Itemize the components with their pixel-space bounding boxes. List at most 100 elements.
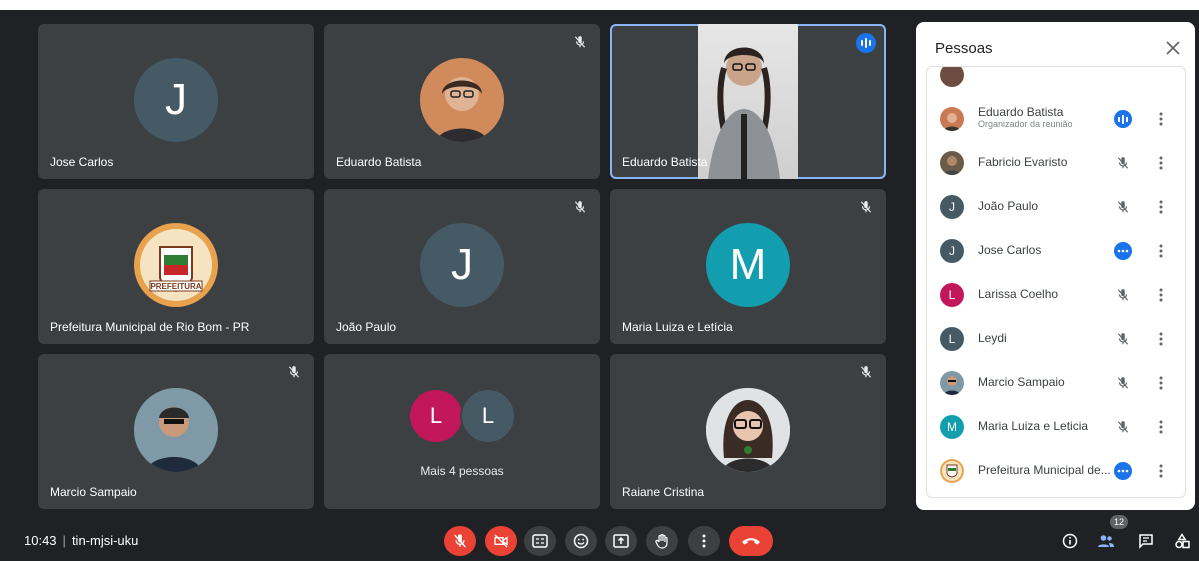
more-vert-icon[interactable]: [1153, 417, 1169, 437]
video-feed: [698, 24, 798, 179]
tile-name: Raiane Cristina: [622, 485, 705, 499]
clock: 10:43: [24, 533, 57, 548]
more-options-button[interactable]: [688, 526, 720, 556]
people-button[interactable]: [1094, 529, 1118, 553]
more-vert-icon[interactable]: [1153, 285, 1169, 305]
tile-name: Eduardo Batista: [336, 155, 422, 169]
speaking-icon: [1114, 110, 1132, 128]
tile-jose-carlos[interactable]: J Jose Carlos: [38, 24, 314, 179]
people-panel: Pessoas Eduardo Batista Organizador da r…: [916, 22, 1195, 510]
list-item[interactable]: L Leydi: [927, 317, 1185, 361]
list-item[interactable]: Prefeitura Municipal de...: [927, 449, 1185, 493]
participant-name: João Paulo: [978, 199, 1039, 213]
tile-more-people[interactable]: L L Mais 4 pessoas: [324, 354, 600, 509]
tile-maria-luiza[interactable]: M Maria Luiza e Letícia: [610, 189, 886, 344]
avatar: L: [940, 327, 964, 351]
chat-button[interactable]: [1134, 529, 1158, 553]
mic-off-icon: [1114, 286, 1132, 304]
mic-off-icon: [1114, 198, 1132, 216]
present-button[interactable]: [605, 526, 637, 556]
captions-button[interactable]: [524, 526, 556, 556]
people-icon: [1098, 535, 1114, 547]
tile-prefeitura[interactable]: PREFEITURA Prefeitura Municipal de Rio B…: [38, 189, 314, 344]
avatar-photo: [706, 388, 790, 472]
mic-off-icon: [860, 366, 872, 378]
participant-name: Fabricio Evaristo: [978, 155, 1068, 169]
more-vert-icon[interactable]: [1153, 109, 1169, 129]
more-people-label: Mais 4 pessoas: [420, 464, 504, 478]
tile-name: Jose Carlos: [50, 155, 114, 169]
present-icon: [613, 534, 629, 548]
participant-name: Marcio Sampaio: [978, 375, 1065, 389]
reactions-button[interactable]: [565, 526, 597, 556]
activities-icon: [1175, 533, 1190, 549]
tile-joao-paulo[interactable]: J João Paulo: [324, 189, 600, 344]
participant-name: Prefeitura Municipal de...: [978, 463, 1111, 477]
leave-call-button[interactable]: [729, 526, 773, 556]
tile-name: Eduardo Batista: [622, 155, 708, 169]
bottom-bar: 10:43 | tin-mjsi-uku 12: [0, 515, 1199, 561]
participant-role: Organizador da reunião: [978, 119, 1073, 129]
tile-eduardo-batista-video[interactable]: Eduardo Batista: [610, 24, 886, 179]
mic-off-icon: [454, 534, 466, 548]
more-horiz-icon: [1114, 462, 1132, 480]
list-item-partial: [927, 67, 1185, 97]
separator: |: [62, 533, 66, 548]
mic-off-icon: [288, 366, 300, 378]
mic-off-icon: [1114, 154, 1132, 172]
tile-name: João Paulo: [336, 320, 397, 334]
avatar-photo: [940, 151, 964, 175]
logo-text: PREFEITURA: [150, 282, 201, 291]
camera-toggle-button[interactable]: [485, 526, 517, 556]
more-vert-icon[interactable]: [1153, 373, 1169, 393]
more-vert-icon: [702, 534, 706, 548]
emoji-icon: [573, 533, 589, 549]
logo-seal: PREFEITURA: [134, 223, 218, 307]
close-icon[interactable]: [1161, 36, 1185, 60]
avatar: L: [460, 388, 516, 444]
mic-off-icon: [1114, 418, 1132, 436]
tile-marcio-sampaio[interactable]: Marcio Sampaio: [38, 354, 314, 509]
panel-title: Pessoas: [935, 40, 993, 57]
participant-name: Leydi: [978, 331, 1007, 345]
mic-off-icon: [1114, 330, 1132, 348]
avatar: J: [940, 239, 964, 263]
list-item[interactable]: Eduardo Batista Organizador da reunião: [927, 97, 1185, 141]
meeting-info: 10:43 | tin-mjsi-uku: [24, 533, 138, 548]
people-list[interactable]: Eduardo Batista Organizador da reunião F…: [926, 66, 1186, 498]
avatar: M: [706, 223, 790, 307]
mic-off-icon: [574, 36, 586, 48]
tile-eduardo-batista-muted[interactable]: Eduardo Batista: [324, 24, 600, 179]
end-call-icon: [742, 538, 760, 545]
camera-off-icon: [494, 534, 508, 548]
more-vert-icon[interactable]: [1153, 461, 1169, 481]
list-item[interactable]: J João Paulo: [927, 185, 1185, 229]
avatar: L: [940, 283, 964, 307]
more-vert-icon[interactable]: [1153, 153, 1169, 173]
tile-name: Prefeitura Municipal de Rio Bom - PR: [50, 320, 250, 334]
more-vert-icon[interactable]: [1153, 329, 1169, 349]
avatar-photo: [940, 371, 964, 395]
avatar: M: [940, 415, 964, 439]
speaking-icon: [856, 33, 876, 53]
list-item[interactable]: J Jose Carlos: [927, 229, 1185, 273]
meeting-details-button[interactable]: [1058, 529, 1082, 553]
tile-raiane-cristina[interactable]: Raiane Cristina: [610, 354, 886, 509]
list-item[interactable]: Fabricio Evaristo: [927, 141, 1185, 185]
activities-button[interactable]: [1170, 529, 1194, 553]
avatar-photo: [940, 459, 964, 483]
participant-count-badge: 12: [1110, 515, 1128, 529]
tile-name: Maria Luiza e Letícia: [622, 320, 733, 334]
mic-toggle-button[interactable]: [444, 526, 476, 556]
list-item[interactable]: Marcio Sampaio: [927, 361, 1185, 405]
participant-name: Larissa Coelho: [978, 287, 1059, 301]
more-vert-icon[interactable]: [1153, 241, 1169, 261]
mic-off-icon: [860, 201, 872, 213]
more-vert-icon[interactable]: [1153, 197, 1169, 217]
raise-hand-button[interactable]: [646, 526, 678, 556]
list-item[interactable]: L Larissa Coelho: [927, 273, 1185, 317]
mic-off-icon: [1114, 374, 1132, 392]
avatar-photo: [134, 388, 218, 472]
list-item[interactable]: M Maria Luiza e Leticia: [927, 405, 1185, 449]
chat-icon: [1139, 534, 1153, 549]
